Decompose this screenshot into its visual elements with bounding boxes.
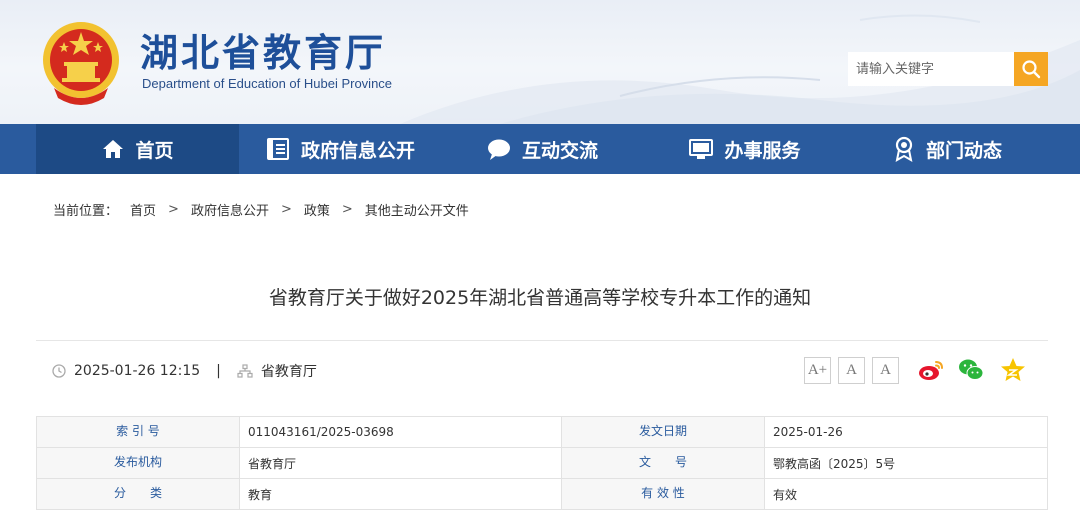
nav-item-interaction[interactable]: 互动交流 (441, 124, 643, 174)
search-input[interactable] (848, 52, 1014, 86)
table-row: 发布机构 省教育厅 文 号 鄂教高函〔2025〕5号 (36, 447, 1048, 479)
site-header: 湖北省教育厅 Department of Education of Hubei … (0, 0, 1080, 124)
chat-icon (487, 139, 510, 160)
nav-item-dept-news[interactable]: 部门动态 (846, 124, 1048, 174)
document-info-table: 索 引 号 011043161/2025-03698 发文日期 2025-01-… (36, 416, 1048, 510)
font-size-default-button[interactable]: A (838, 357, 865, 384)
nav-item-services[interactable]: 办事服务 (643, 124, 846, 174)
nav-item-label: 政府信息公开 (300, 139, 415, 162)
meta-separator: | (216, 363, 221, 379)
qzone-share-icon[interactable] (999, 356, 1027, 384)
table-row: 索 引 号 011043161/2025-03698 发文日期 2025-01-… (36, 416, 1048, 448)
info-value: 有效 (764, 478, 1048, 510)
breadcrumb-separator: > (168, 202, 179, 217)
font-size-decrease-button[interactable]: A (872, 357, 899, 384)
breadcrumb-separator: > (280, 202, 292, 217)
nav-item-label: 办事服务 (724, 139, 801, 162)
info-label: 索 引 号 (36, 416, 240, 448)
breadcrumb-link-home[interactable]: 首页 (130, 204, 156, 219)
breadcrumb-separator: > (341, 202, 353, 217)
article-title: 省教育厅关于做好2025年湖北省普通高等学校专升本工作的通知 (268, 287, 812, 309)
font-control-label: A (846, 362, 857, 378)
nav-item-gov-info[interactable]: 政府信息公开 (239, 124, 441, 174)
site-subtitle: Department of Education of Hubei Provinc… (142, 76, 393, 91)
publish-datetime: 2025-01-26 12:15 (74, 363, 201, 379)
weibo-share-icon[interactable] (917, 356, 945, 384)
divider (36, 340, 1048, 341)
info-value: 011043161/2025-03698 (239, 416, 562, 448)
table-row: 分 类 教育 有 效 性 有效 (36, 478, 1048, 510)
main-nav: 首页 政府信息公开 互动交流 办事服务 部门动态 (0, 124, 1080, 174)
search-button[interactable] (1014, 52, 1048, 86)
font-control-label: A+ (807, 362, 828, 378)
site-title: 湖北省教育厅 (140, 31, 387, 75)
search-icon (1022, 60, 1041, 79)
font-size-increase-button[interactable]: A+ (804, 357, 831, 384)
wechat-share-icon[interactable] (957, 356, 985, 384)
organization-icon (237, 364, 253, 378)
info-value: 教育 (239, 478, 562, 510)
monitor-icon (689, 139, 714, 159)
nav-item-label: 首页 (135, 139, 174, 162)
breadcrumb-link-gov-info[interactable]: 政府信息公开 (191, 204, 269, 219)
info-value: 省教育厅 (239, 447, 562, 479)
info-label: 发布机构 (36, 447, 240, 479)
font-control-label: A (880, 362, 891, 378)
info-value: 鄂教高函〔2025〕5号 (764, 447, 1048, 479)
info-label: 发文日期 (561, 416, 765, 448)
breadcrumb-link-policy[interactable]: 政策 (304, 204, 330, 219)
article-meta: 2025-01-26 12:15 | 省教育厅 (52, 361, 317, 381)
document-icon (266, 138, 289, 160)
nav-item-home[interactable]: 首页 (36, 124, 239, 174)
home-icon (103, 140, 124, 158)
badge-icon (895, 136, 913, 162)
breadcrumb-prefix: 当前位置： (53, 204, 119, 219)
national-emblem-icon (43, 22, 119, 105)
info-label: 有 效 性 (561, 478, 765, 510)
info-label: 文 号 (561, 447, 765, 479)
nav-item-label: 部门动态 (925, 139, 1002, 162)
breadcrumb-link-other-files[interactable]: 其他主动公开文件 (365, 204, 469, 219)
nav-item-label: 互动交流 (521, 139, 598, 162)
info-value: 2025-01-26 (764, 416, 1048, 448)
publish-source: 省教育厅 (260, 364, 317, 380)
info-label: 分 类 (36, 478, 240, 510)
breadcrumb: 当前位置： 首页 > 政府信息公开 > 政策 > 其他主动公开文件 (53, 200, 481, 219)
clock-icon (52, 364, 66, 378)
